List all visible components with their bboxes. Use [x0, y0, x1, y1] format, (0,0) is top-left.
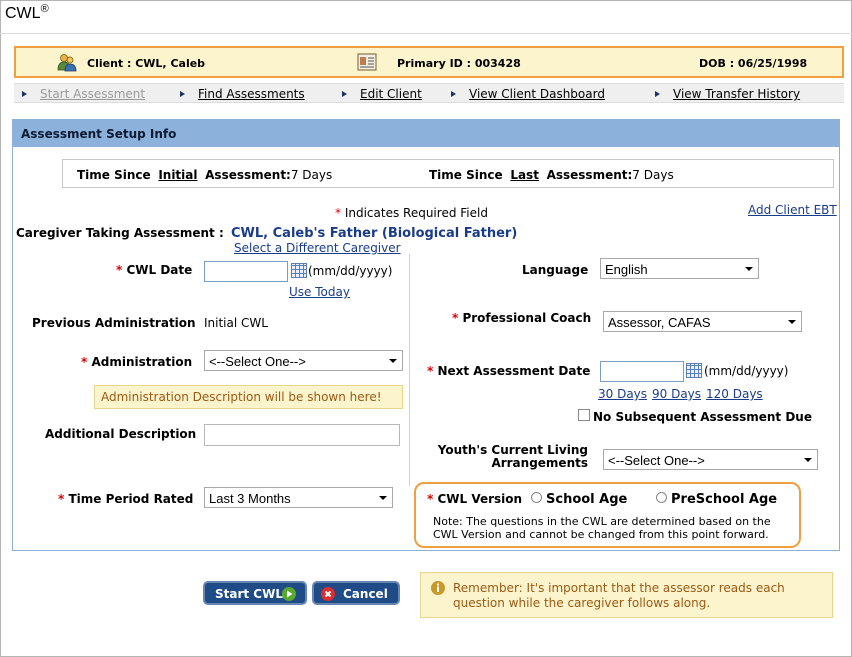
nav-find-assessments[interactable]: Find Assessments [180, 87, 305, 101]
nav-find-assessments-link[interactable]: Find Assessments [198, 87, 305, 101]
living-arrangements-label: Youth's Current Living Arrangements [437, 443, 588, 470]
cwl-date-label: * CWL Date [116, 263, 193, 277]
time-period-rated-label: * Time Period Rated [58, 492, 194, 506]
next-assessment-date-input[interactable] [600, 361, 684, 382]
language-select[interactable]: English [600, 258, 759, 279]
previous-administration-label: Previous Administration [32, 316, 196, 330]
chevron-down-icon [804, 458, 812, 462]
time-since-initial: Time Since Initial Assessment:7 Days [77, 168, 333, 182]
time-since-last: Time Since Last Assessment:7 Days [429, 168, 674, 182]
next-date-format: (mm/dd/yyyy) [704, 364, 789, 378]
cwl-version-label: * CWL Version [427, 492, 523, 506]
use-today-link[interactable]: Use Today [289, 285, 350, 299]
chevron-down-icon [788, 320, 796, 324]
client-name: Client : CWL, Caleb [87, 57, 206, 70]
time-since-box: Time Since Initial Assessment:7 Days Tim… [62, 159, 834, 188]
ninety-days-link[interactable]: 90 Days [652, 387, 701, 401]
column-divider [409, 254, 410, 486]
administration-label: * Administration [81, 355, 193, 369]
start-cwl-label: Start CWL [215, 587, 283, 601]
nav-start-assessment[interactable]: Start Assessment [22, 87, 145, 101]
nav-edit-client[interactable]: Edit Client [342, 87, 422, 101]
select-different-caregiver-link[interactable]: Select a Different Caregiver [234, 241, 401, 255]
nav-view-client-dashboard-link[interactable]: View Client Dashboard [469, 87, 605, 101]
living-arrangements-select[interactable]: <--Select One--> [603, 449, 818, 470]
id-card-icon [357, 53, 377, 71]
nav-start-assessment-link[interactable]: Start Assessment [40, 87, 145, 101]
client-dob: DOB : 06/25/1998 [699, 57, 808, 70]
no-subsequent-checkbox[interactable] [578, 409, 590, 421]
cancel-label: Cancel [343, 587, 388, 601]
chevron-down-icon [745, 267, 753, 271]
cwl-version-note: Note: The questions in the CWL are deter… [433, 515, 771, 541]
caregiver-value: CWL, Caleb's Father (Biological Father) [231, 226, 518, 241]
primary-id: Primary ID : 003428 [397, 57, 521, 70]
nav-view-transfer-history-link[interactable]: View Transfer History [673, 87, 800, 101]
reminder-text: Remember: It's important that the assess… [453, 581, 785, 610]
administration-description-box: Administration Description will be shown… [94, 385, 403, 409]
chevron-down-icon [389, 359, 397, 363]
panel-title: Assessment Setup Info [21, 127, 177, 141]
school-age-label: School Age [546, 492, 628, 507]
cancel-button[interactable]: Cancel [312, 581, 400, 605]
play-icon [282, 587, 296, 601]
nav-bullet-icon [655, 91, 660, 97]
page-title: CWL® [5, 3, 49, 22]
nav-edit-client-link[interactable]: Edit Client [360, 87, 422, 101]
additional-description-input[interactable] [204, 424, 400, 446]
next-assessment-date-label: * Next Assessment Date [427, 364, 591, 378]
language-label: Language [522, 263, 589, 277]
initial-link[interactable]: Initial [158, 168, 197, 182]
add-client-ebt-link[interactable]: Add Client EBT [748, 203, 837, 217]
preschool-age-radio[interactable] [656, 492, 667, 503]
cwl-date-format: (mm/dd/yyyy) [308, 264, 393, 278]
no-subsequent-label: No Subsequent Assessment Due [593, 410, 812, 424]
required-field-note: * Indicates Required Field [335, 206, 488, 220]
nav-bullet-icon [451, 91, 456, 97]
chevron-down-icon [379, 496, 387, 500]
reminder-box: Remember: It's important that the assess… [420, 572, 833, 618]
professional-coach-label: * Professional Coach [452, 311, 592, 325]
last-link[interactable]: Last [510, 168, 539, 182]
additional-description-label: Additional Description [45, 427, 197, 441]
panel-header: Assessment Setup Info [12, 119, 840, 147]
client-nav-bar: Start Assessment Find Assessments Edit C… [14, 83, 844, 103]
nav-bullet-icon [342, 91, 347, 97]
previous-administration-value: Initial CWL [204, 316, 268, 330]
calendar-icon[interactable] [291, 263, 307, 278]
client-info-bar: Client : CWL, Caleb Primary ID : 003428 … [14, 46, 844, 78]
time-period-rated-select[interactable]: Last 3 Months [204, 487, 393, 508]
administration-description-text: Administration Description will be shown… [101, 390, 382, 404]
calendar-icon[interactable] [686, 363, 702, 378]
professional-coach-select[interactable]: Assessor, CAFAS [603, 311, 802, 332]
nav-bullet-icon [180, 91, 185, 97]
thirty-days-link[interactable]: 30 Days [598, 387, 647, 401]
info-icon [431, 581, 445, 595]
nav-view-client-dashboard[interactable]: View Client Dashboard [451, 87, 605, 101]
client-users-icon [57, 54, 77, 72]
caregiver-label: Caregiver Taking Assessment : [16, 226, 224, 240]
cwl-date-input[interactable] [204, 261, 288, 282]
cancel-icon [321, 587, 335, 601]
nav-view-transfer-history[interactable]: View Transfer History [655, 87, 800, 101]
school-age-radio[interactable] [531, 492, 542, 503]
one-twenty-days-link[interactable]: 120 Days [706, 387, 763, 401]
preschool-age-label: PreSchool Age [671, 492, 778, 507]
nav-bullet-icon [22, 91, 27, 97]
start-cwl-button[interactable]: Start CWL [203, 581, 307, 605]
administration-select[interactable]: <--Select One--> [204, 350, 403, 371]
title-divider [0, 33, 852, 34]
